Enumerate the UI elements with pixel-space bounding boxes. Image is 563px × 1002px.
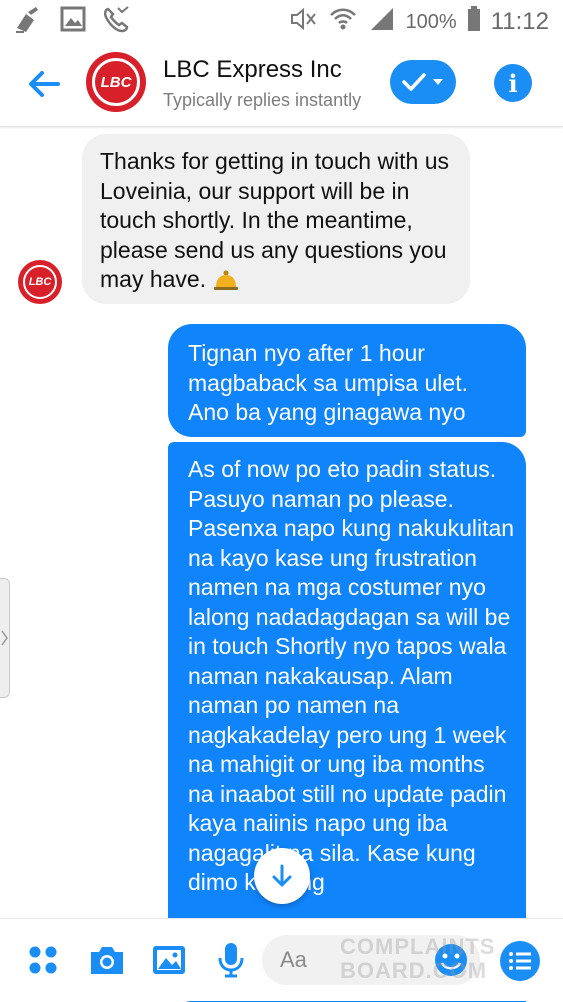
watermark-line2: BOARD.COM: [340, 958, 488, 983]
lbc-logo-small: LBC: [23, 265, 57, 299]
message-text: Thanks for getting in touch with us Love…: [100, 148, 450, 292]
apps-button[interactable]: [24, 941, 62, 979]
chevron-down-icon: [433, 79, 443, 85]
message-text: As of now po eto padin status. Pasuyo na…: [188, 456, 515, 895]
mute-icon: [288, 6, 318, 38]
chevron-right-icon: [1, 630, 8, 646]
microphone-icon: [218, 943, 244, 978]
camera-button[interactable]: [88, 941, 126, 979]
apps-icon: [29, 946, 57, 974]
cleaner-icon: [14, 6, 44, 39]
lbc-logo: LBC: [92, 58, 140, 106]
battery-text: 100%: [405, 10, 457, 33]
message-text: Tignan nyo after 1 hour magbaback sa ump…: [188, 340, 468, 425]
back-button[interactable]: [24, 64, 64, 104]
missed-call-icon: [102, 6, 130, 39]
contact-status: Typically replies instantly: [163, 90, 362, 110]
conversation-header: LBC LBC Express Inc Typically replies in…: [0, 40, 563, 127]
scroll-to-bottom-button[interactable]: [254, 848, 310, 904]
subscribe-toggle-button[interactable]: [390, 60, 456, 104]
bell-icon: [213, 269, 239, 299]
arrow-left-icon: [29, 71, 60, 97]
message-bubble-outgoing[interactable]: Tignan nyo after 1 hour magbaback sa ump…: [168, 324, 526, 437]
arrow-down-icon: [272, 864, 292, 887]
gallery-button[interactable]: [150, 941, 188, 979]
info-icon: i: [508, 68, 518, 98]
status-bar: 100% 11:12: [0, 0, 563, 40]
message-bubble-incoming[interactable]: Thanks for getting in touch with us Love…: [82, 134, 470, 304]
camera-icon: [91, 947, 123, 974]
image-icon: [153, 946, 185, 974]
contact-name[interactable]: LBC Express Inc: [163, 56, 342, 84]
edge-panel-handle[interactable]: [0, 578, 10, 698]
watermark: COMPLAINTS BOARD.COM: [312, 918, 512, 998]
clock: 11:12: [490, 8, 549, 35]
voice-button[interactable]: [212, 941, 250, 979]
gallery-icon: [60, 6, 86, 39]
message-input-placeholder: Aa: [280, 947, 307, 972]
check-icon: [402, 73, 426, 91]
wifi-icon: [328, 6, 358, 38]
signal-icon: [368, 6, 396, 38]
info-button[interactable]: i: [494, 64, 532, 102]
watermark-line1: COMPLAINTS: [340, 934, 496, 959]
battery-icon: [467, 6, 481, 38]
sender-avatar[interactable]: LBC: [18, 260, 62, 304]
contact-avatar[interactable]: LBC: [86, 52, 146, 112]
